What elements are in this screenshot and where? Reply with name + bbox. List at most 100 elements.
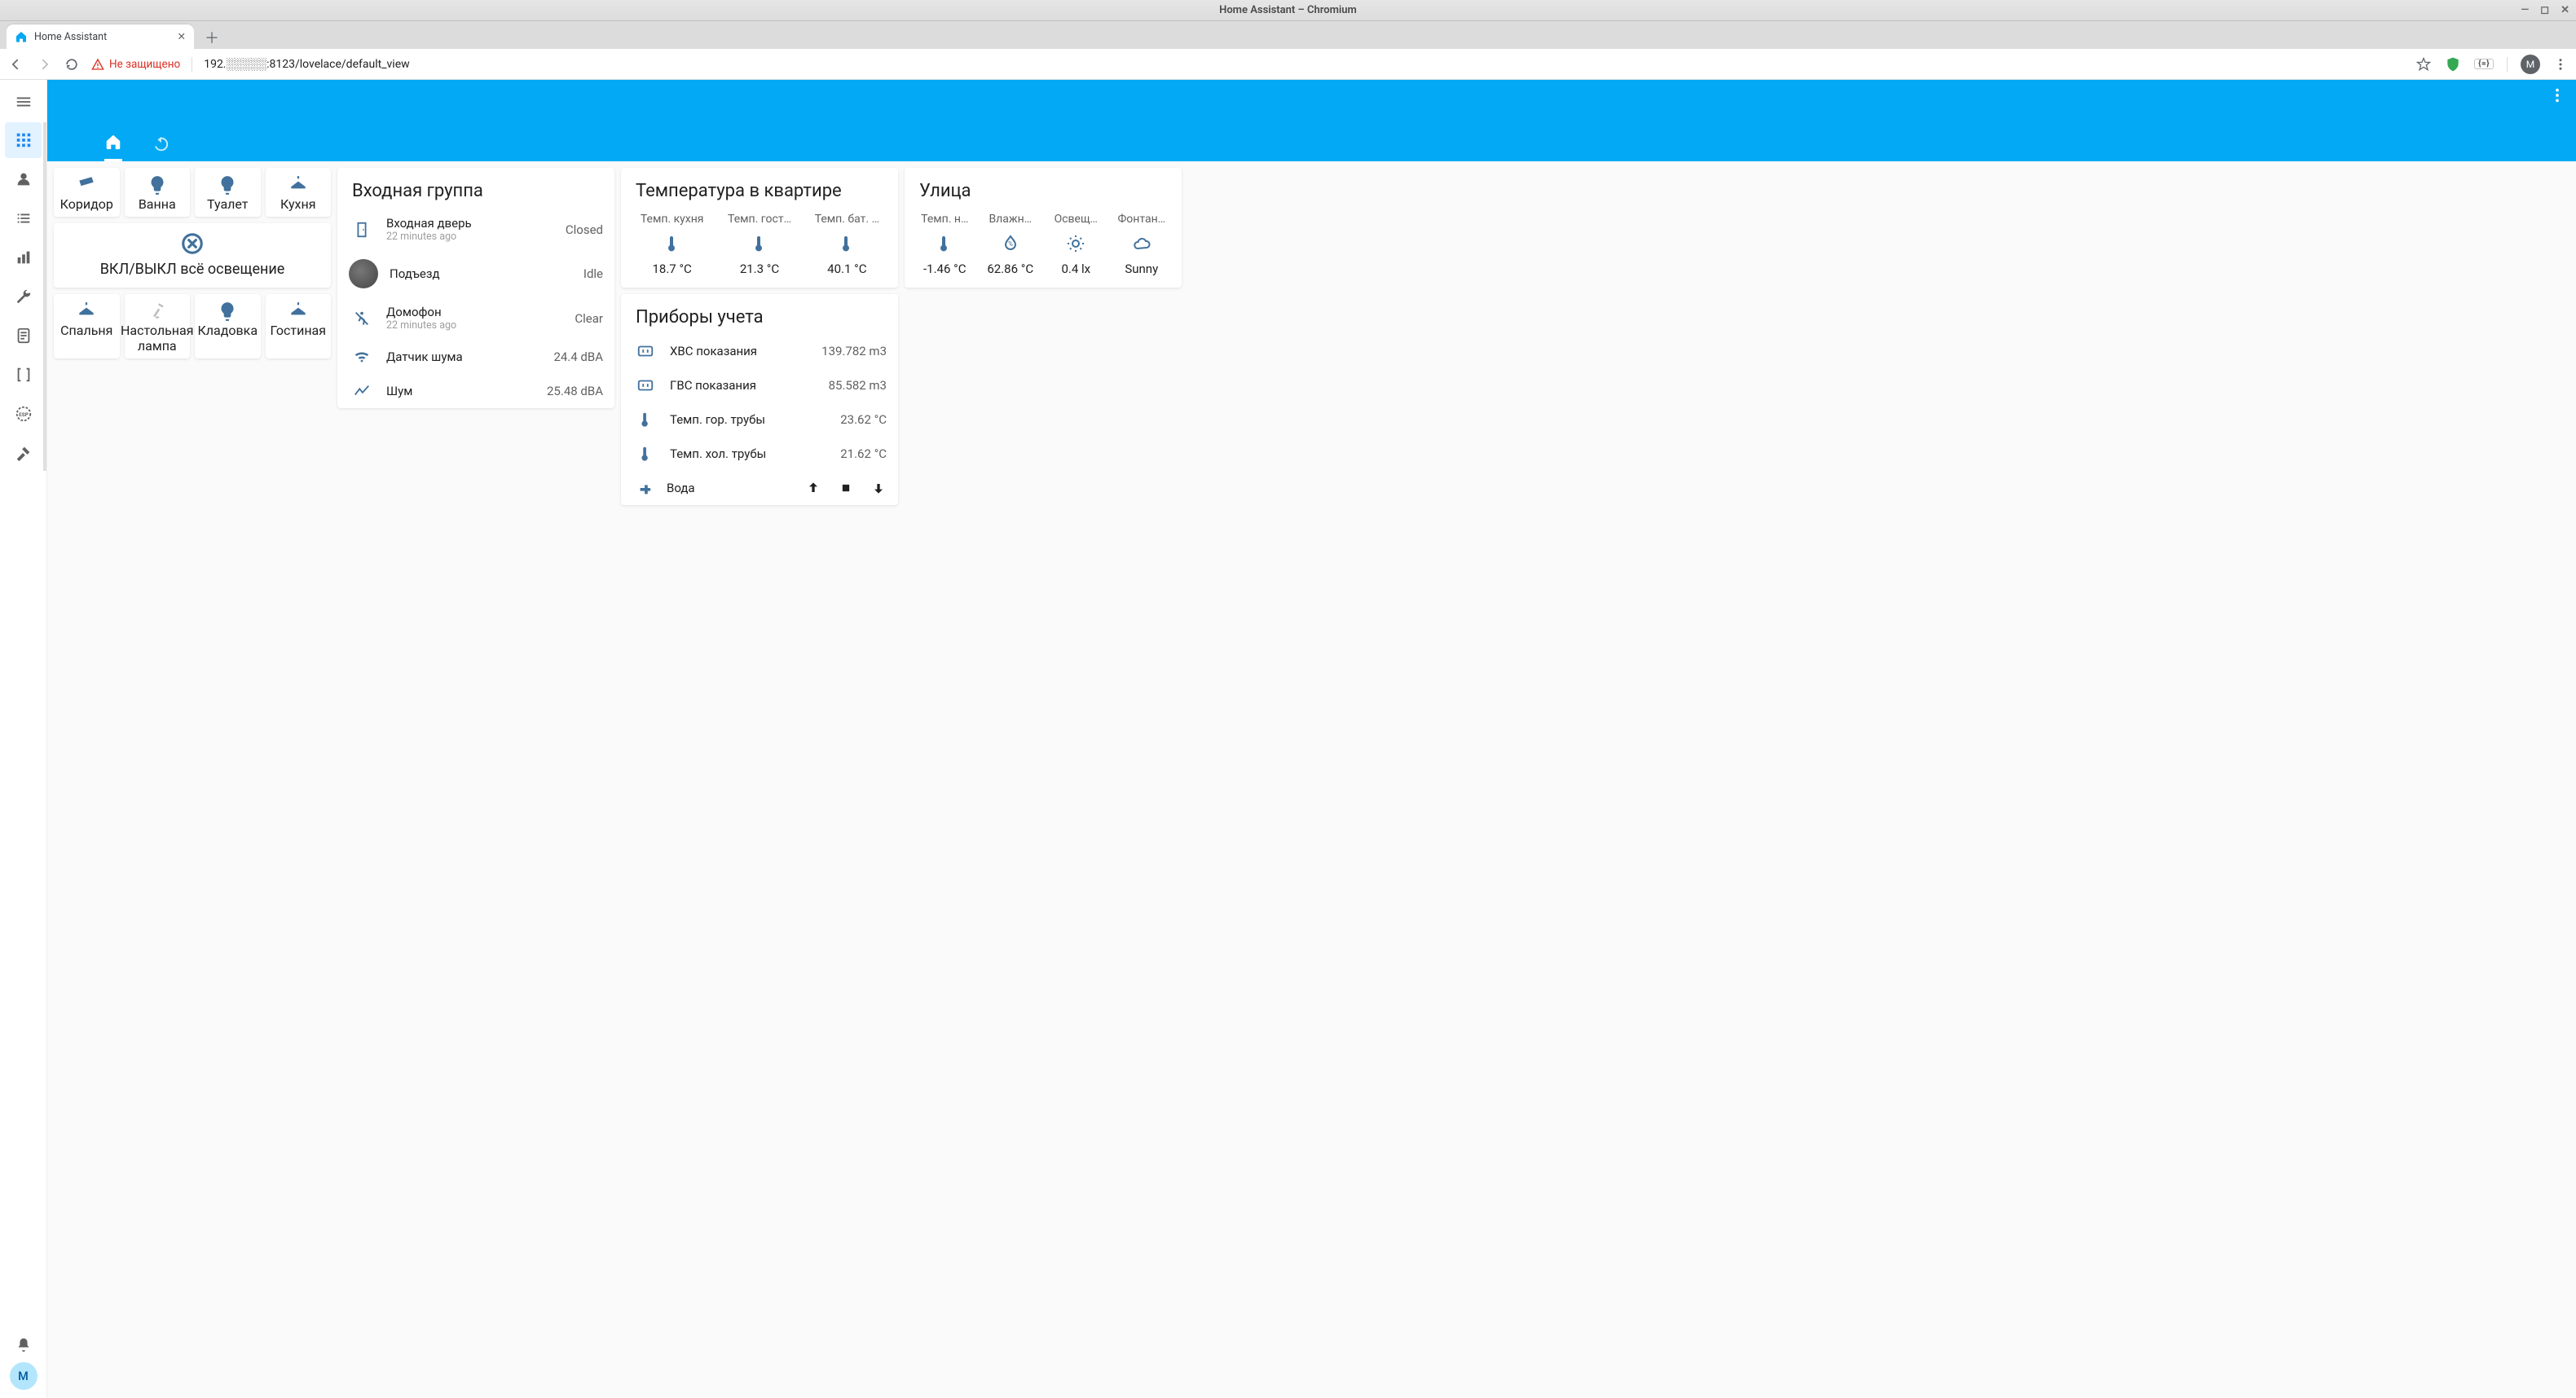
sidebar-item-logbook[interactable] bbox=[5, 200, 42, 236]
os-window-title: Home Assistant – Chromium bbox=[1219, 4, 1357, 16]
light-tile[interactable]: Ванна bbox=[125, 168, 191, 217]
entity-row[interactable]: Входная дверь22 minutes agoClosed bbox=[337, 208, 614, 251]
bar-chart-icon bbox=[15, 248, 33, 266]
home-icon bbox=[104, 133, 122, 151]
ublock-shield-icon[interactable] bbox=[2445, 56, 2461, 73]
close-tab-icon[interactable]: ✕ bbox=[178, 30, 186, 43]
sidebar-item-devtools[interactable] bbox=[5, 279, 42, 314]
meters-card: Приборы учета ХВС показания139.782 m3ГВС… bbox=[621, 294, 898, 505]
glance-value: 40.1 °C bbox=[827, 262, 866, 288]
browser-profile-avatar[interactable]: M bbox=[2521, 55, 2540, 74]
nav-back-icon[interactable] bbox=[8, 56, 24, 73]
glance-item[interactable]: Освещ…0.4 lx bbox=[1046, 213, 1107, 288]
os-titlebar: Home Assistant – Chromium — ◻ ✕ bbox=[0, 0, 2576, 21]
glance-value: 21.3 °C bbox=[740, 262, 779, 288]
entity-secondary: 22 minutes ago bbox=[386, 319, 563, 332]
light-tile-label: Кухня bbox=[280, 197, 315, 212]
glance-value: -1.46 °C bbox=[923, 262, 966, 288]
sidebar-item-scripts[interactable] bbox=[5, 318, 42, 354]
window-maximize-icon[interactable]: ◻ bbox=[2540, 4, 2549, 16]
sidebar-item-history[interactable] bbox=[5, 240, 42, 275]
browser-tab[interactable]: Home Assistant ✕ bbox=[7, 24, 194, 49]
entity-name: Датчик шума bbox=[386, 350, 542, 364]
master-light-toggle[interactable]: ВКЛ/ВЫКЛ всё освещение bbox=[54, 223, 331, 288]
ceiling-icon bbox=[288, 174, 309, 196]
glance-item[interactable]: Темп. н… -1.46 °C bbox=[914, 213, 975, 288]
light-tile[interactable]: Кладовка bbox=[195, 294, 261, 358]
glance-item[interactable]: Темп. кухня18.7 °C bbox=[631, 213, 713, 288]
thermometer-icon bbox=[632, 411, 658, 429]
esphome-icon bbox=[15, 405, 33, 423]
entity-value: Clear bbox=[575, 311, 603, 326]
entity-row[interactable]: ГВС показания85.582 m3 bbox=[621, 368, 898, 402]
entrance-card: Входная группа Входная дверь22 minutes a… bbox=[337, 168, 614, 408]
bookmark-star-icon[interactable] bbox=[2415, 56, 2432, 73]
window-minimize-icon[interactable]: — bbox=[2521, 4, 2529, 16]
entity-row[interactable]: ПодъездIdle bbox=[337, 251, 614, 297]
light-tile-label: Спальня bbox=[60, 323, 112, 338]
lights-column: КоридорВаннаТуалет Кухня ВКЛ/ВЫКЛ всё осв… bbox=[54, 168, 331, 505]
entity-row[interactable]: ХВС показания 139.782 m3 bbox=[621, 334, 898, 368]
new-tab-button[interactable]: ＋ bbox=[200, 26, 223, 49]
sidebar-notifications-icon[interactable] bbox=[15, 1328, 33, 1362]
entity-name: ГВС показания bbox=[670, 378, 817, 393]
sidebar-user-avatar[interactable]: M bbox=[10, 1362, 37, 1390]
light-tile[interactable]: Кухня bbox=[266, 168, 332, 217]
entity-name: Шум bbox=[386, 384, 535, 398]
glance-value: Sunny bbox=[1125, 262, 1158, 288]
sidebar-item-esphome[interactable] bbox=[5, 396, 42, 432]
glance-label: Темп. н… bbox=[921, 213, 968, 226]
sidebar-toggle-icon[interactable] bbox=[15, 86, 33, 122]
entity-row[interactable]: Темп. хол. трубы21.62 °C bbox=[621, 437, 898, 471]
entity-row[interactable]: Темп. гор. трубы23.62 °C bbox=[621, 402, 898, 437]
view-tab-home[interactable] bbox=[104, 133, 122, 161]
light-tile[interactable]: Настольная лампа bbox=[125, 294, 191, 358]
entity-row[interactable]: Шум25.48 dBA bbox=[337, 374, 614, 408]
light-tile[interactable]: Коридор bbox=[54, 168, 120, 217]
light-tile-label: Кладовка bbox=[198, 323, 258, 338]
sidebar-item-hacs[interactable] bbox=[5, 435, 42, 471]
entity-value: 139.782 m3 bbox=[821, 344, 887, 358]
cover-stop-icon[interactable] bbox=[838, 480, 854, 496]
counter-icon bbox=[632, 342, 658, 360]
light-tile-label: Гостиная bbox=[270, 323, 326, 338]
ha-sidebar: M bbox=[0, 80, 47, 1398]
entity-secondary: 22 minutes ago bbox=[386, 231, 554, 243]
security-warning[interactable]: Не защищено bbox=[91, 58, 180, 71]
glance-value: 62.86 °C bbox=[987, 262, 1033, 288]
glance-item[interactable]: Темп. бат. … 40.1 °C bbox=[806, 213, 888, 288]
dashboard-menu-icon[interactable] bbox=[2548, 86, 2566, 104]
hammer-icon bbox=[15, 444, 33, 462]
nav-reload-icon[interactable] bbox=[64, 56, 80, 73]
light-tile[interactable]: Гостиная bbox=[266, 294, 332, 358]
window-close-icon[interactable]: ✕ bbox=[2561, 4, 2569, 16]
cover-close-icon[interactable] bbox=[870, 480, 887, 496]
cover-open-icon[interactable] bbox=[805, 480, 821, 496]
glance-item[interactable]: Влажн… 62.86 °C bbox=[980, 213, 1041, 288]
entity-name: ХВС показания bbox=[670, 344, 810, 358]
ceiling-icon bbox=[288, 301, 309, 322]
water-cover-row[interactable]: Вода bbox=[621, 471, 898, 505]
view-tab-history[interactable] bbox=[152, 135, 170, 161]
extension-braces-icon[interactable]: {=} bbox=[2474, 59, 2494, 69]
light-tile[interactable]: Спальня bbox=[54, 294, 120, 358]
toolbar-divider bbox=[2507, 57, 2508, 72]
glance-label: Влажн… bbox=[989, 213, 1032, 226]
sidebar-item-map[interactable] bbox=[5, 161, 42, 197]
browser-tabstrip: Home Assistant ✕ ＋ bbox=[0, 21, 2576, 49]
entity-value: 21.62 °C bbox=[840, 446, 887, 461]
sidebar-item-overview[interactable] bbox=[5, 122, 42, 158]
water-cover-label: Вода bbox=[667, 481, 797, 495]
sidebar-item-templates[interactable] bbox=[5, 357, 42, 393]
glance-label: Темп. бат. … bbox=[815, 213, 879, 226]
entity-row[interactable]: Домофон22 minutes agoClear bbox=[337, 297, 614, 340]
browser-menu-icon[interactable] bbox=[2553, 57, 2568, 72]
glance-item[interactable]: Темп. гост…21.3 °C bbox=[718, 213, 800, 288]
glance-item[interactable]: Фонтан…Sunny bbox=[1112, 213, 1173, 288]
entity-row[interactable]: Датчик шума24.4 dBA bbox=[337, 340, 614, 374]
motion-off-icon bbox=[349, 310, 375, 328]
light-tile[interactable]: Туалет bbox=[195, 168, 261, 217]
url-field[interactable]: 192.░░░░░:8123/lovelace/default_view bbox=[204, 57, 2404, 71]
nav-forward-icon[interactable] bbox=[36, 56, 52, 73]
thermometer-icon bbox=[837, 234, 856, 253]
